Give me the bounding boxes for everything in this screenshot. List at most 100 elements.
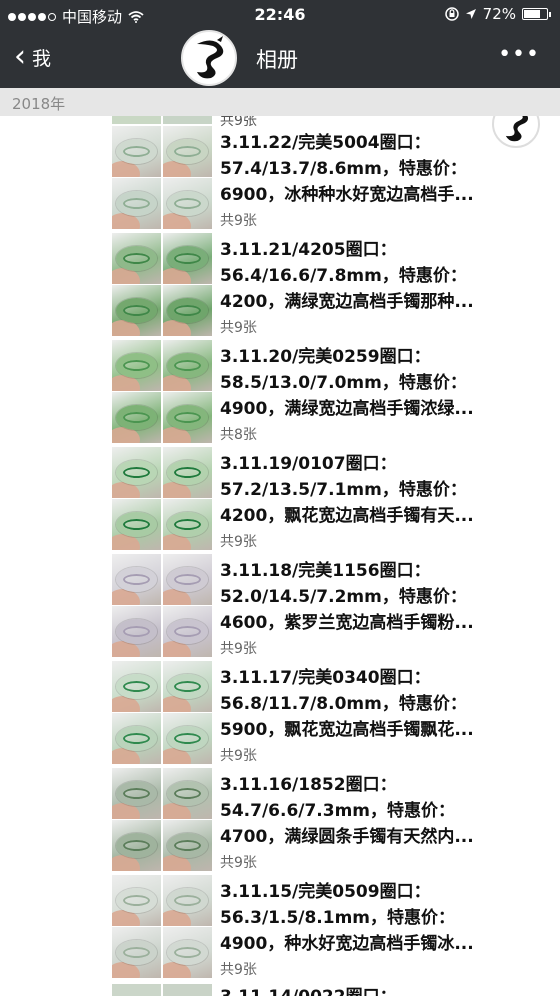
- bangle-shape: [116, 726, 157, 751]
- entry-description: 3.11.16/1852圈口： 54.7/6.6/7.3mm，特惠价： 4700，满…: [220, 772, 516, 850]
- bangle-shape: [116, 139, 157, 164]
- album-list[interactable]: 共9张 3.11.22/完美5004圈口： 57.4/13.7/8.6mm，特惠价…: [0, 116, 560, 996]
- thumbnail-grid[interactable]: [112, 126, 212, 229]
- thumbnail[interactable]: [163, 392, 212, 443]
- thumbnail[interactable]: [163, 927, 212, 978]
- thumbnail[interactable]: [112, 285, 161, 336]
- bangle-shape: [167, 781, 208, 806]
- entry-description: 3.11.20/完美0259圈口： 58.5/13.0/7.0mm，特惠价： 490…: [220, 344, 516, 422]
- thumbnail[interactable]: [112, 126, 161, 177]
- description-line: 57.2/13.5/7.1mm，特惠价：: [220, 480, 467, 500]
- entry-description: 3.11.17/完美0340圈口： 56.8/11.7/8.0mm，特惠价： 590…: [220, 665, 516, 743]
- photo-count: 共9张: [220, 962, 257, 978]
- thumbnail[interactable]: [163, 499, 212, 550]
- thumbnail[interactable]: [163, 178, 212, 229]
- album-entry[interactable]: 3.11.19/0107圈口： 57.2/13.5/7.1mm，特惠价： 4200，…: [112, 447, 560, 550]
- more-button[interactable]: •••: [498, 42, 540, 67]
- thumbnail[interactable]: [163, 233, 212, 284]
- album-entry[interactable]: 3.11.21/4205圈口： 56.4/16.6/7.8mm，特惠价： 4200，…: [112, 233, 560, 336]
- description-line: 56.8/11.7/8.0mm，特惠价：: [220, 694, 467, 714]
- thumbnail: [112, 984, 161, 996]
- thumbnail[interactable]: [163, 340, 212, 391]
- bangle-shape: [116, 353, 157, 378]
- thumbnail[interactable]: [112, 661, 161, 712]
- bangle-shape: [116, 246, 157, 271]
- thumbnail[interactable]: [112, 233, 161, 284]
- thumbnail[interactable]: [163, 606, 212, 657]
- photo-count: 共9张: [220, 641, 257, 657]
- description-line: 56.3/1.5/8.1mm，特惠价：: [220, 908, 456, 928]
- description-line: 6900，冰种种水好宽边高档手...: [220, 185, 474, 205]
- partial-bottom-text: 3.11.14/0022圈口：: [220, 982, 397, 996]
- partial-top-thumbs: [112, 116, 212, 124]
- thumbnail[interactable]: [112, 875, 161, 926]
- description-line: 3.11.18/完美1156圈口：: [220, 561, 431, 581]
- bangle-shape: [167, 888, 208, 913]
- battery-fill: [524, 10, 540, 18]
- thumbnail[interactable]: [163, 713, 212, 764]
- back-button[interactable]: ‹ 我: [14, 42, 51, 72]
- thumbnail[interactable]: [112, 927, 161, 978]
- album-entry[interactable]: 3.11.22/完美5004圈口： 57.4/13.7/8.6mm，特惠价： 690…: [112, 126, 560, 229]
- thumbnail[interactable]: [112, 820, 161, 871]
- thumbnail[interactable]: [112, 713, 161, 764]
- album-entry[interactable]: 3.11.16/1852圈口： 54.7/6.6/7.3mm，特惠价： 4700，满…: [112, 768, 560, 871]
- album-entry[interactable]: 3.11.15/完美0509圈口： 56.3/1.5/8.1mm，特惠价： 4900…: [112, 875, 560, 978]
- description-line: 56.4/16.6/7.8mm，特惠价：: [220, 266, 467, 286]
- photo-count: 共9张: [220, 748, 257, 764]
- bangle-shape: [167, 674, 208, 699]
- thumbnail[interactable]: [163, 875, 212, 926]
- description-line: 4200，满绿宽边高档手镯那种...: [220, 292, 474, 312]
- thumbnail[interactable]: [163, 820, 212, 871]
- description-line: 3.11.16/1852圈口：: [220, 775, 397, 795]
- description-line: 3.11.21/4205圈口：: [220, 240, 397, 260]
- year-header: 2018年: [0, 88, 560, 116]
- bangle-shape: [116, 619, 157, 644]
- thumbnail[interactable]: [163, 554, 212, 605]
- thumbnail[interactable]: [163, 126, 212, 177]
- bangle-shape: [167, 940, 208, 965]
- year-label: 2018年: [12, 95, 66, 113]
- thumbnail[interactable]: [163, 285, 212, 336]
- album-entry[interactable]: 3.11.18/完美1156圈口： 52.0/14.5/7.2mm，特惠价： 460…: [112, 554, 560, 657]
- battery-icon: [522, 8, 551, 20]
- thumbnail-grid[interactable]: [112, 875, 212, 978]
- thumbnail[interactable]: [112, 499, 161, 550]
- thumbnail[interactable]: [163, 661, 212, 712]
- thumbnail[interactable]: [112, 768, 161, 819]
- description-line: 3.11.15/完美0509圈口：: [220, 882, 431, 902]
- thumbnail-grid[interactable]: [112, 554, 212, 657]
- thumbnail-grid[interactable]: [112, 447, 212, 550]
- thumbnail[interactable]: [112, 392, 161, 443]
- thumbnail-grid[interactable]: [112, 661, 212, 764]
- entry-description: 3.11.15/完美0509圈口： 56.3/1.5/8.1mm，特惠价： 4900…: [220, 879, 516, 957]
- battery-percent: 72%: [482, 5, 516, 23]
- status-bar: 中国移动 22:46 72%: [0, 0, 560, 30]
- photo-count: 共9张: [220, 213, 257, 229]
- thumbnail-grid[interactable]: [112, 340, 212, 443]
- thumbnail[interactable]: [163, 768, 212, 819]
- thumbnail[interactable]: [112, 447, 161, 498]
- entry-description: 3.11.19/0107圈口： 57.2/13.5/7.1mm，特惠价： 4200，…: [220, 451, 516, 529]
- thumbnail-grid[interactable]: [112, 233, 212, 336]
- album-entry[interactable]: 3.11.17/完美0340圈口： 56.8/11.7/8.0mm，特惠价： 590…: [112, 661, 560, 764]
- nav-bar: ‹ 我 相册 •••: [0, 30, 560, 88]
- thumbnail[interactable]: [112, 178, 161, 229]
- bangle-shape: [167, 191, 208, 216]
- album-entry[interactable]: 3.11.20/完美0259圈口： 58.5/13.0/7.0mm，特惠价： 490…: [112, 340, 560, 443]
- partial-bottom-entry[interactable]: 3.11.14/0022圈口：: [112, 984, 560, 996]
- bangle-shape: [116, 191, 157, 216]
- avatar[interactable]: [181, 30, 237, 86]
- thumbnail[interactable]: [112, 606, 161, 657]
- thumbnail[interactable]: [112, 554, 161, 605]
- bangle-shape: [167, 619, 208, 644]
- bangle-shape: [167, 460, 208, 485]
- bangle-shape: [167, 833, 208, 858]
- bangle-shape: [167, 567, 208, 592]
- bangle-shape: [116, 940, 157, 965]
- thumbnail-grid[interactable]: [112, 768, 212, 871]
- back-label: 我: [32, 47, 52, 70]
- thumbnail[interactable]: [112, 340, 161, 391]
- thumbnail[interactable]: [163, 447, 212, 498]
- rotation-lock-icon: [444, 7, 459, 21]
